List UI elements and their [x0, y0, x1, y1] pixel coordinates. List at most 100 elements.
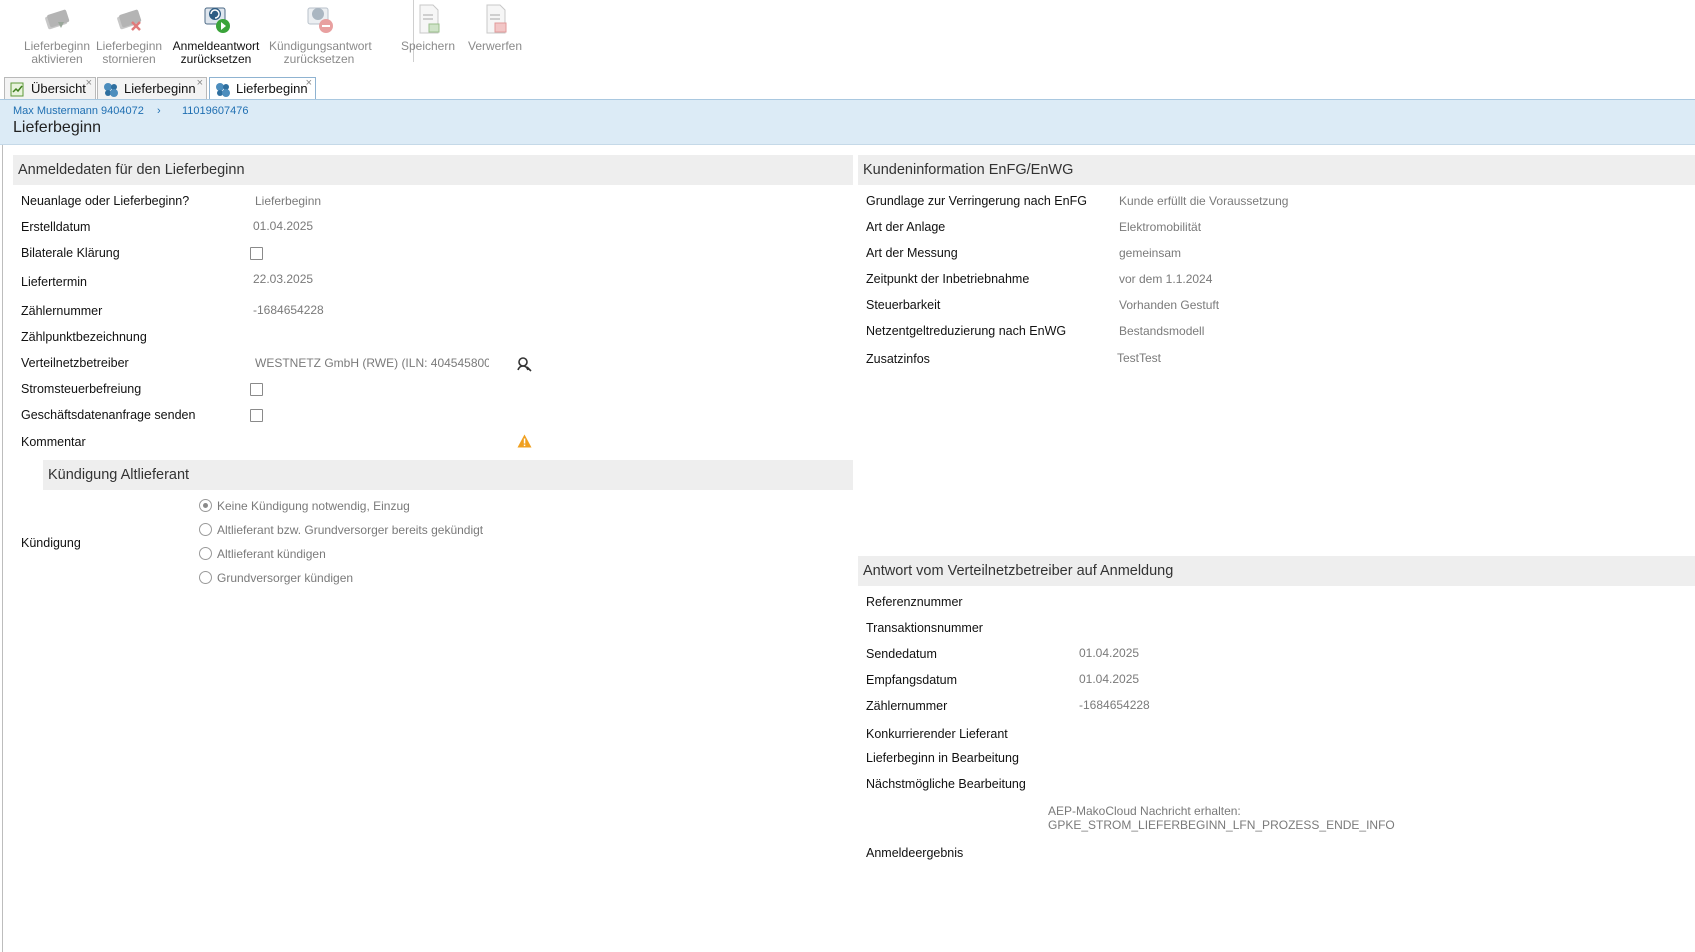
- contract-activate-icon: [45, 9, 70, 30]
- reset-termination-response-icon: [307, 7, 333, 33]
- kuendigungsantwort-zuruecksetzen-button[interactable]: Kündigungsantwort zurücksetzen: [269, 2, 372, 66]
- grundlage-value: Kunde erfüllt die Voraussetzung: [1119, 194, 1289, 208]
- art-der-messung-value: gemeinsam: [1119, 246, 1182, 260]
- contract-cancel-icon: [117, 9, 142, 31]
- kuendigung-option-4-label: Grundversorger kündigen: [217, 571, 354, 585]
- left-border: [2, 145, 3, 952]
- anmeldeantwort-zuruecksetzen-button[interactable]: Anmeldeantwort zurücksetzen: [172, 2, 260, 66]
- kuendigung-radio-option-4[interactable]: [199, 571, 212, 584]
- grundlage-label: Grundlage zur Verringerung nach EnFG: [866, 194, 1087, 208]
- bilaterale-klaerung-label: Bilaterale Klärung: [21, 246, 120, 260]
- stromsteuerbefreiung-label: Stromsteuerbefreiung: [21, 382, 142, 396]
- tab-close-icon[interactable]: ×: [86, 73, 92, 94]
- zusatzinfos-label: Zusatzinfos: [866, 352, 930, 366]
- sendedatum-label: Sendedatum: [866, 647, 937, 661]
- netzentgeltreduzierung-label: Netzentgeltreduzierung nach EnWG: [866, 324, 1067, 338]
- geschaeftsdatenanfrage-label: Geschäftsdatenanfrage senden: [21, 408, 196, 422]
- erstelldatum-value: 01.04.2025: [253, 219, 314, 233]
- breadcrumb-separator: ›: [157, 105, 161, 117]
- lieferbeginn-aktivieren-button[interactable]: Lieferbeginn aktivieren: [20, 2, 94, 66]
- tab-uebersicht[interactable]: Übersicht ×: [4, 77, 96, 100]
- kuendigung-option-3-label: Altlieferant kündigen: [217, 547, 326, 561]
- sendedatum-value: 01.04.2025: [1079, 646, 1140, 660]
- verwerfen-button[interactable]: Verwerfen: [462, 2, 528, 53]
- transaktionsnummer-label: Transaktionsnummer: [866, 621, 983, 635]
- page-title: Lieferbeginn: [13, 119, 102, 136]
- tab-bar: Übersicht × Lieferbeginn × Lieferbeginn …: [0, 75, 1695, 101]
- netzentgeltreduzierung-value: Bestandsmodell: [1119, 324, 1205, 338]
- page-header: Max Mustermann 9404072 › 11019607476 Lie…: [0, 99, 1695, 145]
- tab-label: Lieferbeginn: [236, 81, 308, 96]
- liefertermin-label: Liefertermin: [21, 275, 87, 289]
- button-label: Lieferbeginn: [96, 39, 163, 53]
- kuendigung-option-1-label: Keine Kündigung notwendig, Einzug: [217, 499, 410, 513]
- tab-close-icon[interactable]: ×: [197, 73, 203, 94]
- lieferbeginn-stornieren-button[interactable]: Lieferbeginn stornieren: [96, 2, 162, 66]
- neuanlage-value[interactable]: Lieferbeginn: [255, 194, 321, 208]
- steuerbarkeit-label: Steuerbarkeit: [866, 298, 941, 312]
- nachricht-line-2: GPKE_STROM_LIEFERBEGINN_LFN_PROZESS_ENDE…: [1048, 818, 1395, 832]
- zaehlpunkt-label: Zählpunktbezeichnung: [21, 330, 147, 344]
- section-kuendigung-title: Kündigung Altlieferant: [43, 460, 853, 490]
- button-label: Kündigungsantwort: [269, 39, 372, 53]
- art-der-messung-label: Art der Messung: [866, 246, 958, 260]
- verteilnetzbetreiber-value[interactable]: WESTNETZ GmbH (RWE) (ILN: 404545800: [255, 356, 489, 370]
- discard-document-icon: [486, 4, 507, 34]
- naechstmoegliche-bearbeitung-label: Nächstmögliche Bearbeitung: [866, 777, 1026, 791]
- overview-icon: [10, 82, 24, 97]
- button-label: zurücksetzen: [283, 52, 355, 66]
- button-label: zurücksetzen: [180, 52, 252, 66]
- kuendigung-option-2-label: Altlieferant bzw. Grundversorger bereits…: [217, 523, 484, 537]
- kuendigung-radio-option-3[interactable]: [199, 547, 212, 560]
- empfangsdatum-value: 01.04.2025: [1079, 672, 1140, 686]
- user-search-icon[interactable]: [516, 356, 532, 372]
- geschaeftsdatenanfrage-checkbox[interactable]: [250, 409, 263, 422]
- zusatzinfos-value: TestTest: [1117, 351, 1162, 365]
- art-der-anlage-label: Art der Anlage: [866, 220, 946, 234]
- nachricht-line-1: AEP-MakoCloud Nachricht erhalten:: [1048, 804, 1241, 818]
- section-anmeldedaten-title: Anmeldedaten für den Lieferbeginn: [13, 155, 853, 185]
- bilaterale-klaerung-checkbox[interactable]: [250, 247, 263, 260]
- konkurrierender-lieferant-label: Konkurrierender Lieferant: [866, 727, 1008, 741]
- button-label: Speichern: [400, 39, 456, 53]
- button-label: Verwerfen: [467, 39, 523, 53]
- breadcrumb-customer[interactable]: Max Mustermann 9404072: [13, 105, 144, 117]
- antwort-zaehlernummer-label: Zählernummer: [866, 699, 948, 713]
- button-label: Lieferbeginn: [23, 39, 91, 53]
- tab-close-icon[interactable]: ×: [306, 73, 312, 94]
- lieferbeginn-in-bearbeitung-label: Lieferbeginn in Bearbeitung: [866, 751, 1019, 765]
- zeitpunkt-inbetriebnahme-label: Zeitpunkt der Inbetriebnahme: [866, 272, 1030, 286]
- button-label: stornieren: [102, 52, 156, 66]
- zeitpunkt-inbetriebnahme-value: vor dem 1.1.2024: [1119, 272, 1213, 286]
- tab-lieferbeginn-1[interactable]: Lieferbeginn ×: [97, 77, 207, 100]
- section-kundeninformation-title: Kundeninformation EnFG/EnWG: [858, 155, 1695, 185]
- breadcrumb-contract[interactable]: 11019607476: [182, 105, 248, 117]
- verteilnetzbetreiber-label: Verteilnetzbetreiber: [21, 356, 129, 370]
- antwort-zaehlernummer-value: -1684654228: [1079, 698, 1150, 712]
- kuendigung-radio-option-2[interactable]: [199, 523, 212, 536]
- kommentar-label: Kommentar: [21, 435, 86, 449]
- tab-label: Lieferbeginn: [124, 81, 196, 96]
- neuanlage-label: Neuanlage oder Lieferbeginn?: [21, 194, 190, 208]
- art-der-anlage-value: Elektromobilität: [1119, 220, 1202, 234]
- zaehlernummer-value[interactable]: -1684654228: [253, 303, 324, 317]
- kuendigung-label: Kündigung: [21, 536, 81, 550]
- tab-lieferbeginn-2[interactable]: Lieferbeginn ×: [209, 77, 316, 101]
- toolbar: Lieferbeginn aktivieren Lieferbeginn sto…: [0, 0, 1695, 70]
- liefertermin-value[interactable]: 22.03.2025: [253, 272, 313, 286]
- referenznummer-label: Referenznummer: [866, 595, 963, 609]
- stromsteuerbefreiung-checkbox[interactable]: [250, 383, 263, 396]
- save-document-icon: [419, 4, 440, 34]
- kuendigung-radio-option-1[interactable]: [199, 499, 212, 512]
- erstelldatum-label: Erstelldatum: [21, 220, 91, 234]
- warning-icon[interactable]: [517, 434, 532, 448]
- button-label: Anmeldeantwort: [172, 39, 260, 53]
- reset-registration-response-icon: [204, 7, 230, 33]
- empfangsdatum-label: Empfangsdatum: [866, 673, 958, 687]
- speichern-button[interactable]: Speichern: [396, 2, 460, 53]
- process-icon: [104, 83, 118, 97]
- tab-label: Übersicht: [31, 81, 86, 96]
- button-label: aktivieren: [31, 52, 83, 66]
- steuerbarkeit-value: Vorhanden Gestuft: [1119, 298, 1220, 312]
- section-antwort-title: Antwort vom Verteilnetzbetreiber auf Anm…: [858, 556, 1695, 586]
